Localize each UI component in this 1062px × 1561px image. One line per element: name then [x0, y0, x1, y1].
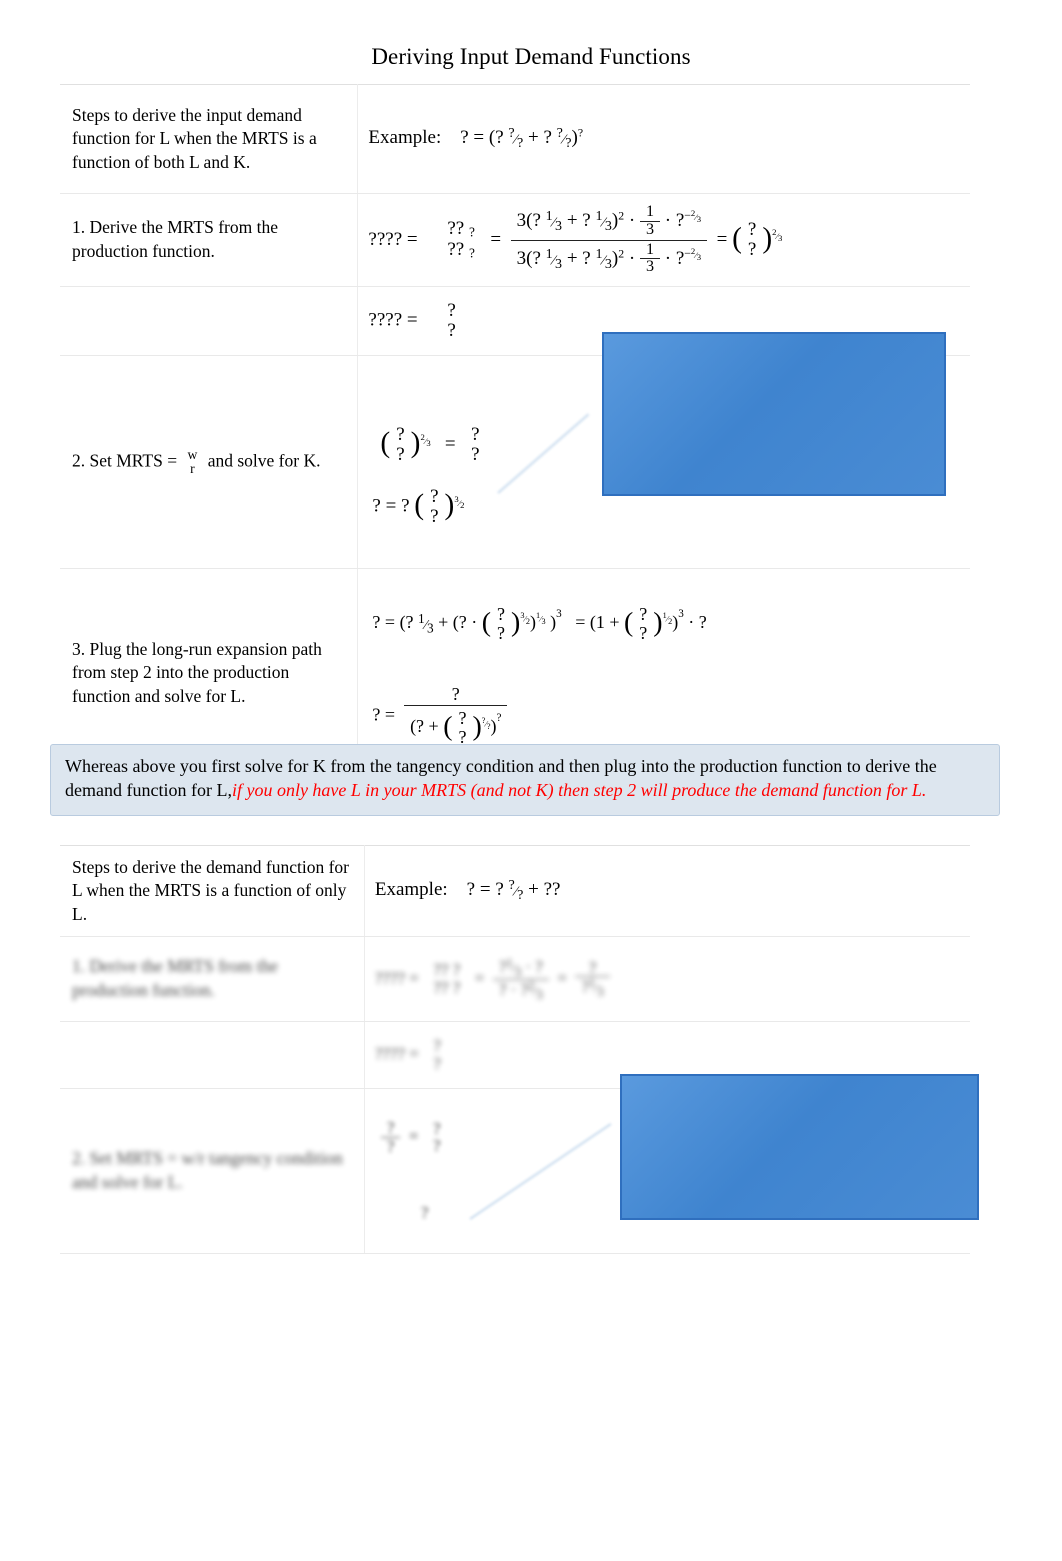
table1-header-right-cell: Example: ? = (? ?⁄? + ? ?⁄?)? — [357, 84, 970, 194]
table2-example-label: Example: — [374, 879, 448, 901]
table1-header-left-cell: Steps to derive the input demand functio… — [60, 84, 359, 194]
table2-step1b-equation: ???? = ?? — [374, 1036, 441, 1073]
table1-step3-equation-a: ? = (? 1⁄3 + (? · (??)3⁄2)1⁄3 )3 = (1 + … — [372, 603, 707, 643]
table2-header-left-text: Steps to derive the demand function for … — [72, 856, 350, 924]
table1-example-label: Example: — [368, 127, 442, 149]
note-red-text: if you only have L in your MRTS (and not… — [231, 779, 927, 800]
callout1-text — [612, 342, 936, 486]
callout-note-paragraph: Whereas above you first solve for K from… — [50, 744, 1000, 816]
rental-symbol: r — [190, 461, 195, 476]
table1-step1-cell: 1. Derive the MRTS from the production f… — [60, 193, 359, 287]
table1-step2-text: 2. Set MRTS = w r and solve for K. — [72, 446, 347, 477]
simple-ratio-fraction: ?? — [447, 300, 456, 341]
document-page: Deriving Input Demand Functions Steps to… — [0, 0, 1062, 1561]
table2-step1-cell: 1. Derive the MRTS from the production f… — [60, 936, 365, 1022]
table-row: 1. Derive the MRTS from the production f… — [60, 936, 970, 1022]
table1-step3-text: 3. Plug the long-run expansion path from… — [72, 638, 322, 706]
ratio-fraction: ?? — [747, 219, 757, 260]
table2-step1-equation: ???? = ?? ??? ? = ?1⁄3 · ?? · ?2⁄3 = ? ?1… — [375, 956, 962, 1002]
step2-prefix: 2. Set — [72, 450, 112, 471]
table-row: 1. Derive the MRTS from the production f… — [60, 193, 970, 287]
callout-box-step2-lower — [620, 1074, 979, 1220]
table1-step2-cell: 2. Set MRTS = w r and solve for K. — [60, 355, 359, 569]
table1-spacer-left-cell — [60, 286, 359, 356]
table2-step2-text: 2. Set MRTS = w/r tangency condition and… — [72, 1148, 343, 1192]
wage-symbol: w — [187, 446, 198, 462]
step2-suffix: and solve for K. — [207, 450, 321, 471]
mrts-lead-label: ???? = — [368, 228, 418, 250]
page-title: Deriving Input Demand Functions — [371, 44, 691, 69]
step2-mrts-label: MRTS — [116, 450, 163, 471]
table2-step1-text: 1. Derive the MRTS from the production f… — [72, 956, 278, 1000]
table1-example-equation: ? = (? ?⁄? + ? ?⁄?)? — [460, 125, 584, 152]
callout-box-step2 — [602, 332, 946, 496]
table1-step1-equation: ???? = ?? ? ?? ? = 3(? 1⁄3 + ? 1⁄3)2 · 1… — [368, 202, 783, 277]
demand-function-fraction: ? (? + (??)?⁄?)? — [404, 684, 508, 748]
table2-step1-math-cell: ???? = ?? ??? ? = ?1⁄3 · ?? · ?2⁄3 = ? ?1… — [364, 936, 970, 1022]
table1-step3-equation-b: ? = ? (? + (??)?⁄?)? — [372, 684, 962, 748]
mrts-lead-label-2: ???? = — [368, 309, 418, 331]
callout2-text — [630, 1084, 969, 1210]
table-row: Steps to derive the demand function for … — [60, 845, 970, 937]
table2-step2-cell: 2. Set MRTS = w/r tangency condition and… — [60, 1088, 365, 1254]
table1-step1-math-cell: ???? = ?? ? ?? ? = 3(? 1⁄3 + ? 1⁄3)2 · 1… — [357, 193, 970, 287]
table2-header-left-cell: Steps to derive the demand function for … — [60, 845, 365, 937]
partial-derivative-fraction: ?? ? ?? ? — [447, 218, 475, 261]
table2-spacer-left-cell — [60, 1021, 365, 1089]
wage-rental-ratio: w r — [181, 446, 203, 477]
table2-example-equation: ? = ? ?⁄? + ?? — [466, 877, 561, 904]
table1-header-left-text: Steps to derive the input demand functio… — [72, 104, 317, 172]
mrts-expanded-fraction: 3(? 1⁄3 + ? 1⁄3)2 · 13 · ?−2⁄3 3(? 1⁄3 +… — [510, 203, 708, 277]
step2-equals: = — [167, 450, 178, 471]
table2-header-right-cell: Example: ? = ? ?⁄? + ?? — [364, 845, 970, 937]
table-row: Steps to derive the input demand functio… — [60, 84, 970, 194]
table1-step1-text: 1. Derive the MRTS from the production f… — [72, 217, 278, 261]
